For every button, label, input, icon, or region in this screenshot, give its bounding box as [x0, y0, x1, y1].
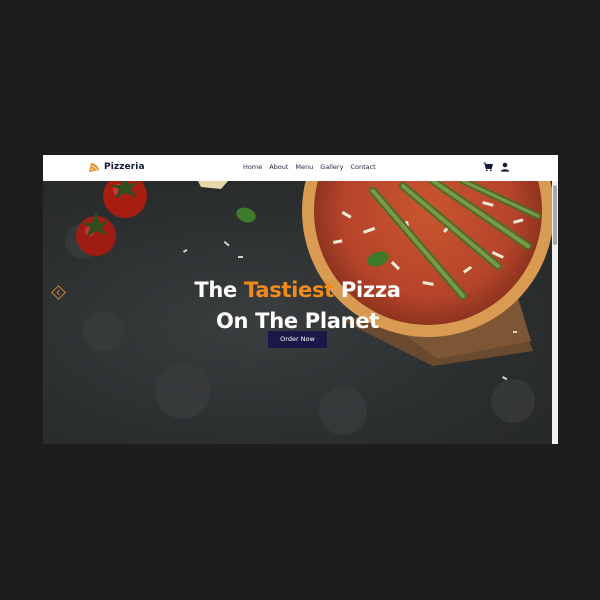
- hero-section: The Tastiest Pizza On The Planet Order N…: [43, 181, 552, 444]
- nav-link-menu[interactable]: Menu: [295, 163, 313, 171]
- nav-link-home[interactable]: Home: [243, 163, 262, 171]
- hero-title-prefix: The: [194, 278, 237, 303]
- nav-actions: [483, 162, 510, 172]
- user-icon[interactable]: [500, 162, 510, 172]
- pizza-logo-icon: [89, 163, 99, 172]
- order-now-button[interactable]: Order Now: [268, 331, 327, 348]
- hero-title: The Tastiest Pizza On The Planet: [43, 275, 552, 337]
- hero-title-suffix: Pizza: [340, 278, 401, 303]
- nav-link-gallery[interactable]: Gallery: [320, 163, 343, 171]
- carousel-prev-icon[interactable]: [51, 285, 66, 300]
- nav-link-about[interactable]: About: [269, 163, 288, 171]
- main-nav: Home About Menu Gallery Contact: [243, 163, 376, 171]
- scrollbar-thumb[interactable]: [553, 185, 557, 245]
- page-scrollbar[interactable]: [552, 181, 558, 444]
- brand-logo-link[interactable]: Pizzeria: [88, 161, 145, 173]
- nav-link-contact[interactable]: Contact: [350, 163, 375, 171]
- cart-icon[interactable]: [483, 162, 493, 172]
- navbar: Pizzeria Home About Menu Gallery Contact: [43, 155, 558, 181]
- brand-name: Pizzeria: [104, 162, 145, 172]
- hero-title-accent: Tastiest: [244, 278, 334, 303]
- hero-title-line2: On The Planet: [215, 309, 380, 334]
- website-window: Pizzeria Home About Menu Gallery Contact: [43, 155, 558, 444]
